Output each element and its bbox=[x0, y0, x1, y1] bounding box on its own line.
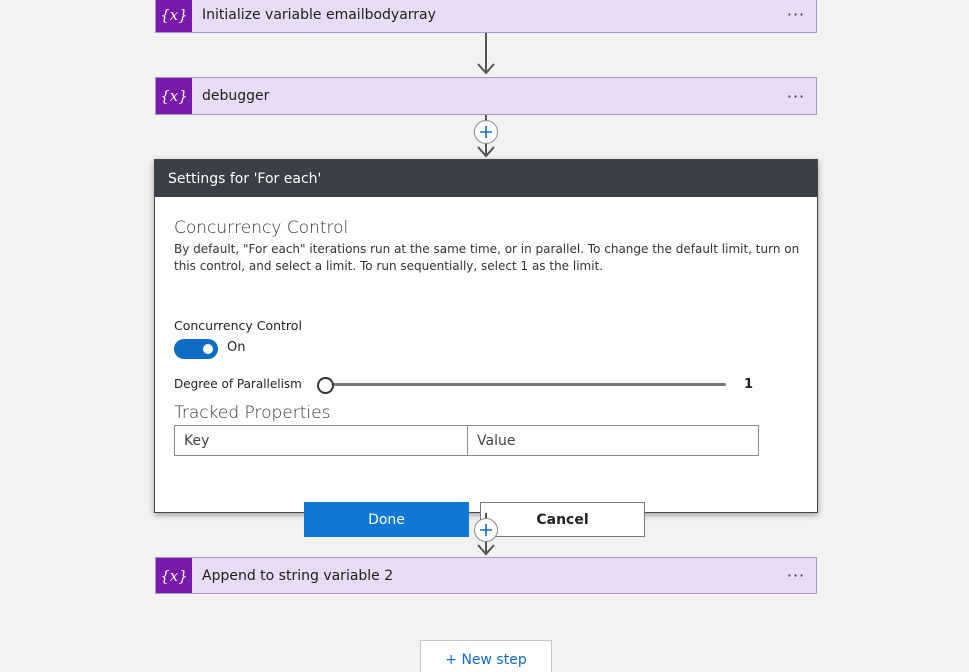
more-options-icon[interactable]: ··· bbox=[776, 566, 816, 585]
add-step-icon[interactable] bbox=[474, 120, 498, 144]
tracked-properties-title: Tracked Properties bbox=[174, 403, 331, 423]
parallelism-slider-track[interactable] bbox=[325, 383, 726, 386]
value-input[interactable] bbox=[467, 425, 759, 456]
parallelism-label: Degree of Parallelism bbox=[174, 377, 302, 391]
key-input[interactable] bbox=[174, 425, 468, 456]
settings-header: Settings for 'For each' bbox=[155, 160, 817, 197]
action-title: Initialize variable emailbodyarray bbox=[202, 6, 436, 23]
concurrency-description: By default, "For each" iterations run at… bbox=[174, 242, 800, 273]
parallelism-value: 1 bbox=[744, 377, 754, 392]
concurrency-label: Concurrency Control bbox=[174, 318, 302, 333]
toggle-state-text: On bbox=[227, 340, 246, 355]
done-button[interactable]: Done bbox=[304, 502, 469, 537]
more-options-icon[interactable]: ··· bbox=[776, 87, 816, 106]
parallelism-slider-thumb[interactable] bbox=[317, 377, 334, 394]
action-title: debugger bbox=[202, 88, 270, 104]
action-card-initialize-variable[interactable]: {x} Initialize variable emailbodyarray ·… bbox=[155, 0, 817, 33]
concurrency-toggle[interactable] bbox=[174, 339, 218, 359]
arrow-down-icon bbox=[477, 63, 495, 75]
add-step-icon[interactable] bbox=[474, 518, 498, 542]
action-card-debugger[interactable]: {x} debugger ··· bbox=[155, 77, 817, 115]
action-title: Append to string variable 2 bbox=[202, 567, 394, 584]
settings-panel: Settings for 'For each' Concurrency Cont… bbox=[154, 159, 818, 537]
concurrency-title: Concurrency Control bbox=[174, 218, 349, 238]
arrow-down-icon bbox=[477, 544, 495, 556]
cancel-button[interactable]: Cancel bbox=[480, 502, 645, 537]
variable-icon: {x} bbox=[156, 0, 192, 32]
action-card-append-string[interactable]: {x} Append to string variable 2 ··· bbox=[155, 557, 817, 594]
variable-icon: {x} bbox=[156, 558, 192, 593]
toggle-knob bbox=[203, 344, 213, 354]
variable-icon: {x} bbox=[156, 78, 192, 114]
arrow-down-icon bbox=[477, 146, 495, 158]
new-step-button[interactable]: + New step bbox=[420, 640, 552, 672]
more-options-icon[interactable]: ··· bbox=[776, 5, 816, 24]
